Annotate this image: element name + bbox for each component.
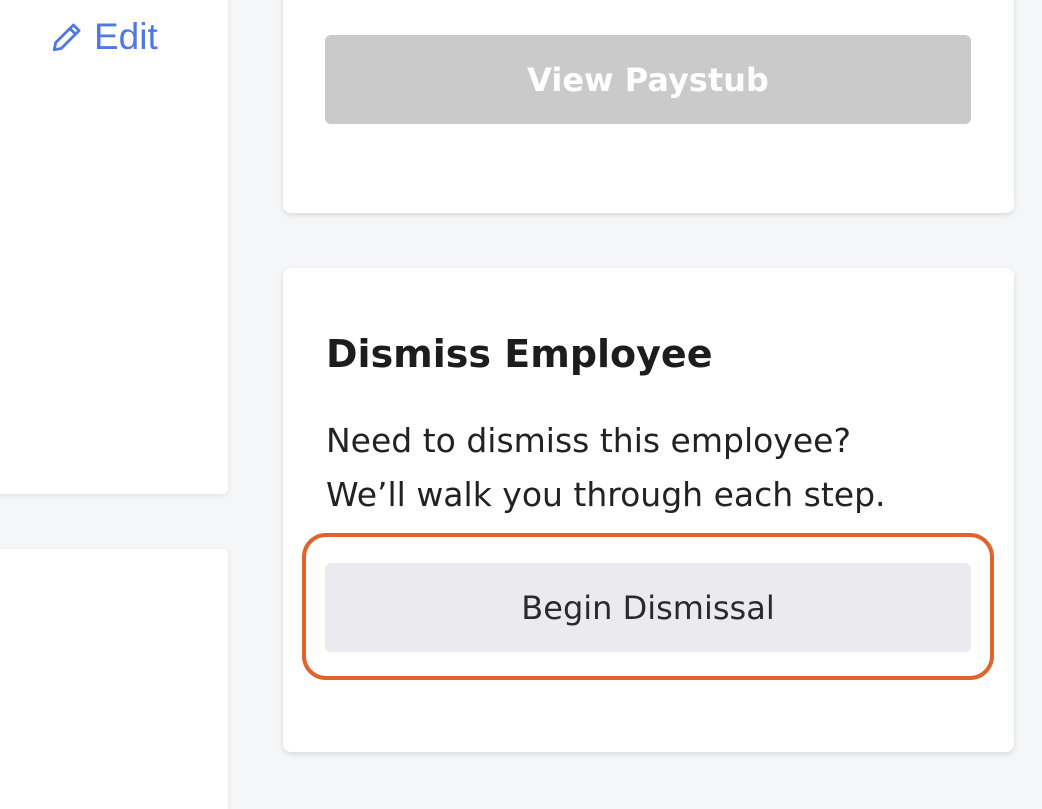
dismiss-employee-description: Need to dismiss this employee? We’ll wal…	[326, 414, 986, 522]
begin-dismissal-button[interactable]: Begin Dismissal	[325, 563, 971, 652]
dismiss-description-line-2: We’ll walk you through each step.	[326, 475, 886, 514]
view-paystub-button[interactable]: View Paystub	[325, 35, 971, 124]
edit-link-label: Edit	[94, 16, 158, 57]
pencil-icon	[50, 20, 84, 54]
employee-details-card: Edit	[0, 0, 228, 494]
paystub-card: View Paystub	[283, 0, 1014, 213]
dismiss-description-line-1: Need to dismiss this employee?	[326, 421, 851, 460]
edit-link[interactable]: Edit	[50, 16, 158, 58]
dismiss-employee-title: Dismiss Employee	[326, 332, 713, 376]
secondary-left-card	[0, 549, 228, 809]
dismiss-employee-card: Dismiss Employee Need to dismiss this em…	[283, 268, 1014, 752]
